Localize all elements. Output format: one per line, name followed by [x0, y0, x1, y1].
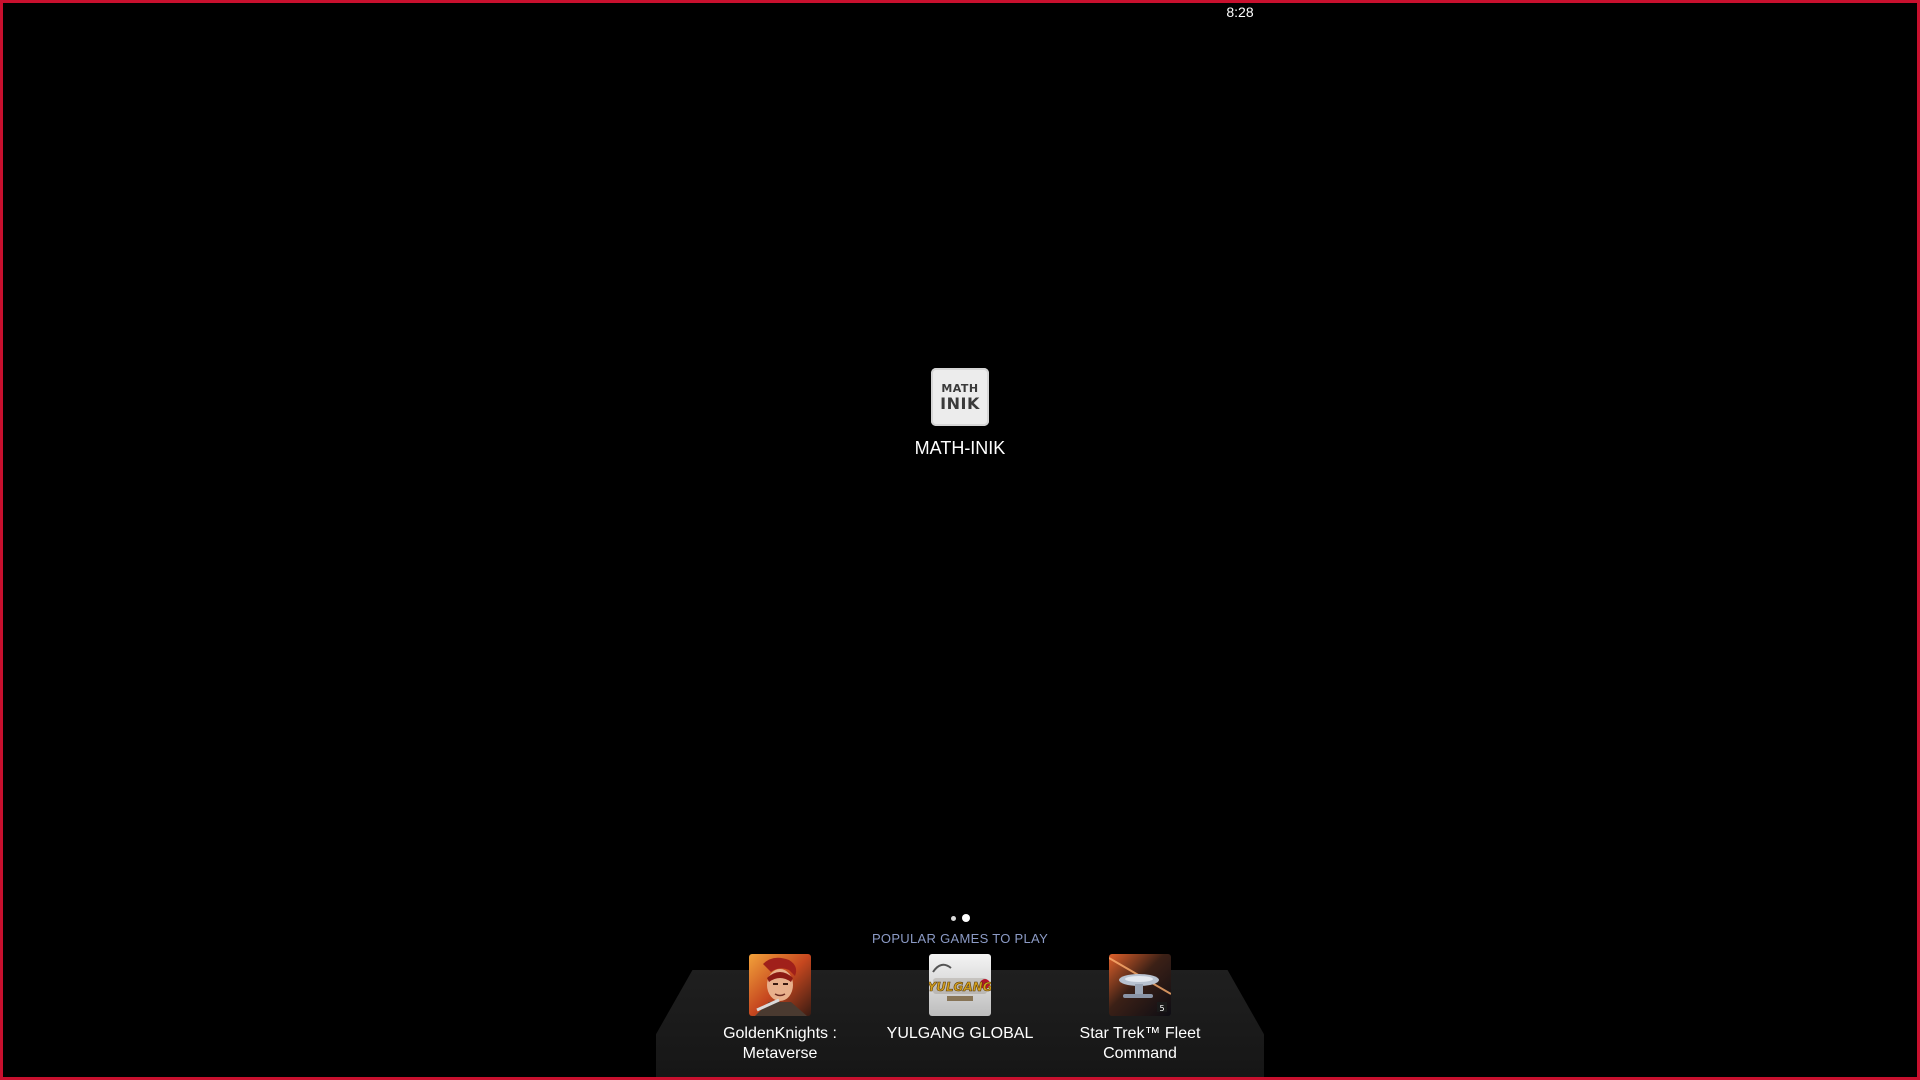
status-bar-clock: 8:28 [1226, 4, 1254, 20]
game-label-yulgang: YULGANG GLOBAL [886, 1025, 1034, 1042]
math-inik-logo-text: MATH [941, 381, 979, 395]
dock-title: POPULAR GAMES TO PLAY [871, 931, 1049, 946]
svg-text:5: 5 [1159, 1004, 1164, 1013]
app-label-math-inik: MATH-INIK [914, 438, 1006, 458]
yulgang-game-icon: YULGANG [929, 954, 991, 1016]
game-label-star-trek: Star Trek™ Fleet Command [1079, 1025, 1201, 1062]
game-yulgang[interactable]: YULGANG YULGANG GLOBAL [880, 954, 1040, 1044]
game-goldenknights[interactable]: GoldenKnights : Metaverse [700, 954, 860, 1064]
goldenknights-game-icon [749, 954, 811, 1016]
app-math-inik[interactable]: MATH INIK MATH-INIK [880, 368, 1040, 459]
yulgang-logo-text: YULGANG [929, 980, 991, 994]
star-trek-game-icon: 5 [1109, 954, 1171, 1016]
page-dot-1[interactable] [950, 915, 956, 921]
math-inik-logo-text-2: INIK [940, 393, 980, 413]
game-label-goldenknights: GoldenKnights : Metaverse [723, 1025, 837, 1062]
page-indicator [944, 913, 976, 923]
math-inik-app-icon: MATH INIK [931, 368, 989, 426]
page-dot-2-active[interactable] [961, 914, 970, 922]
game-star-trek[interactable]: 5 Star Trek™ Fleet Command [1060, 954, 1220, 1064]
